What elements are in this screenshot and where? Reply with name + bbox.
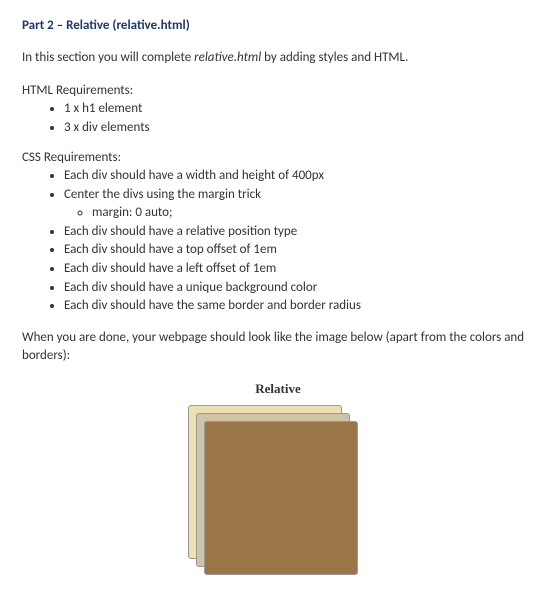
- list-item: 3 x div elements: [64, 119, 534, 137]
- intro-after: by adding styles and HTML.: [261, 50, 408, 65]
- demo-preview: Relative: [22, 381, 534, 585]
- part-paren: (relative.html): [109, 18, 189, 33]
- list-item: Each div should have a left offset of 1e…: [64, 260, 534, 278]
- part-prefix: Part 2 –: [22, 18, 66, 33]
- html-req-label: HTML Requirements:: [22, 83, 534, 98]
- css-req-label: CSS Requirements:: [22, 150, 534, 165]
- list-item: Center the divs using the margin trick m…: [64, 186, 534, 222]
- intro-text: In this section you will complete relati…: [22, 49, 534, 67]
- intro-before: In this section you will complete: [22, 50, 194, 65]
- list-item: 1 x h1 element: [64, 100, 534, 118]
- css-req-sublist: margin: 0 auto;: [64, 204, 534, 222]
- demo-box-3: [204, 421, 358, 575]
- list-item: Each div should have a relative position…: [64, 223, 534, 241]
- list-item: Each div should have a unique background…: [64, 279, 534, 297]
- closing-text: When you are done, your webpage should l…: [22, 329, 534, 365]
- part-title: Part 2 – Relative (relative.html): [22, 18, 534, 33]
- intro-file: relative.html: [194, 50, 261, 65]
- list-item: margin: 0 auto;: [92, 204, 534, 222]
- list-item-text: Center the divs using the margin trick: [64, 187, 261, 202]
- list-item: Each div should have the same border and…: [64, 297, 534, 315]
- list-item: Each div should have a width and height …: [64, 167, 534, 185]
- html-req-list: 1 x h1 element 3 x div elements: [22, 100, 534, 136]
- part-name: Relative: [66, 18, 109, 33]
- list-item: Each div should have a top offset of 1em: [64, 241, 534, 259]
- demo-stack: [188, 405, 368, 585]
- css-req-list: Each div should have a width and height …: [22, 167, 534, 314]
- demo-heading: Relative: [22, 381, 534, 397]
